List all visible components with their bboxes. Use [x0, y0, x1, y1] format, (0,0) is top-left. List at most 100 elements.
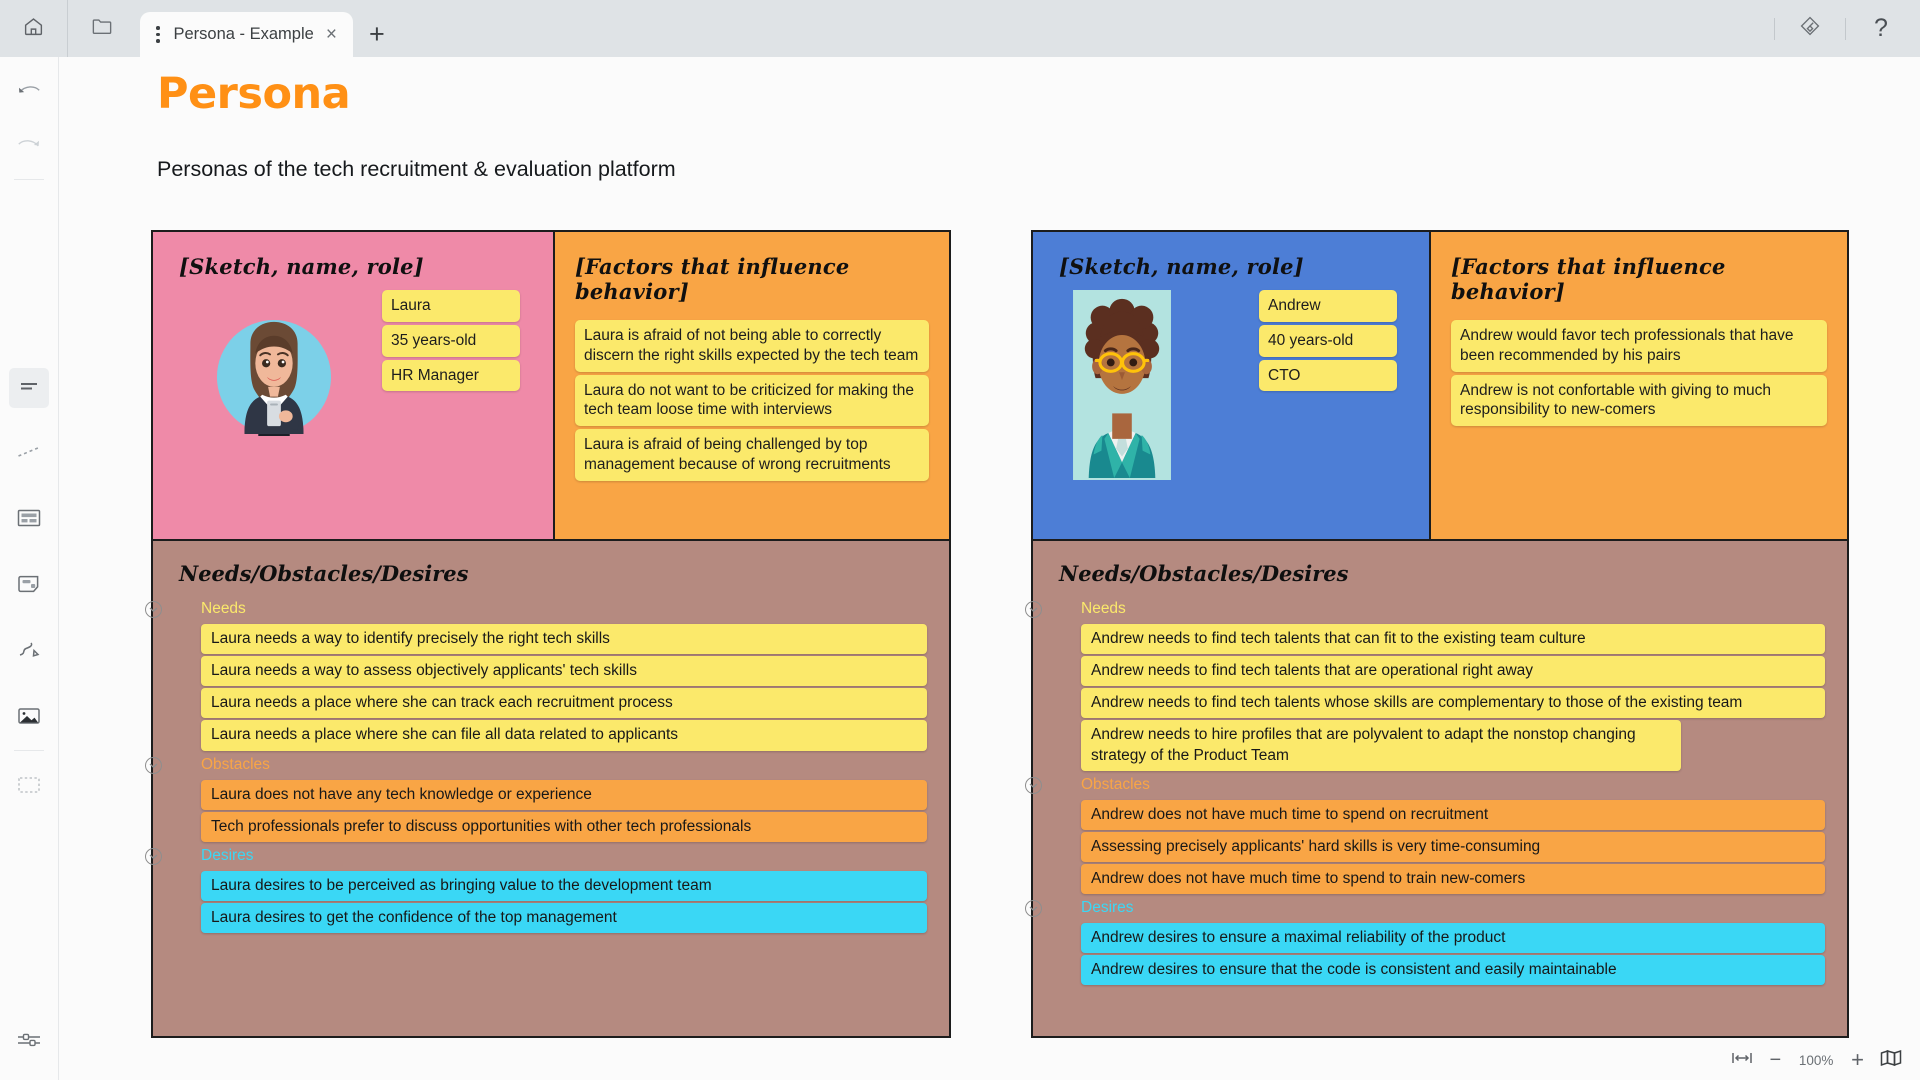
factors-list-andrew: Andrew would favor tech professionals th… — [1451, 320, 1827, 427]
home-icon — [23, 16, 44, 42]
note-item[interactable]: Andrew does not have much time to spend … — [1081, 799, 1825, 830]
collapse-icon[interactable] — [1025, 776, 1042, 794]
close-icon[interactable]: × — [324, 25, 339, 44]
persona-card-laura[interactable]: [Sketch, name, role] Laura 35 years-old … — [145, 230, 951, 1038]
collapse-icon[interactable] — [145, 601, 162, 618]
factor-note[interactable]: Laura is afraid of being challenged by t… — [574, 429, 929, 481]
note-item[interactable]: Laura needs a way to identify precisely … — [201, 624, 927, 655]
factor-note[interactable]: Andrew would favor tech professionals th… — [1451, 320, 1827, 372]
identity-name-andrew[interactable]: Andrew — [1259, 290, 1397, 322]
nod-pane-laura: Needs/Obstacles/Desires Needs Laura need… — [145, 541, 951, 1038]
note-item[interactable]: Andrew needs to find tech talents whose … — [1081, 688, 1825, 719]
tab-menu-dots-icon[interactable] — [152, 26, 164, 43]
sidebar-item-line[interactable] — [9, 434, 49, 474]
identity-role-laura[interactable]: HR Manager — [382, 359, 520, 392]
note-item[interactable]: Andrew needs to hire profiles that are p… — [1081, 720, 1681, 771]
note-item[interactable]: Laura needs a way to assess objectively … — [201, 656, 927, 687]
nod-pane-andrew: Needs/Obstacles/Desires Needs Andrew nee… — [1025, 541, 1849, 1038]
collapse-icon[interactable] — [1025, 900, 1042, 918]
zoom-in-button[interactable]: + — [1851, 1047, 1864, 1073]
settings-sliders-icon — [16, 1031, 42, 1054]
new-tab-button[interactable]: + — [356, 12, 398, 57]
group-label: Desires — [201, 846, 254, 864]
undo-icon — [16, 82, 42, 109]
note-item[interactable]: Laura needs a place where she can track … — [201, 688, 927, 719]
zoom-controls: − 100% + — [1731, 1040, 1920, 1080]
identity-stack-laura: Laura 35 years-old HR Manager — [382, 290, 520, 394]
group-label: Desires — [1081, 899, 1134, 917]
sidebar-item-undo[interactable] — [9, 75, 49, 115]
browser-tab-persona-example[interactable]: Persona - Example × — [140, 12, 353, 57]
zoom-out-button[interactable]: − — [1769, 1049, 1781, 1072]
collapse-icon[interactable] — [145, 847, 162, 865]
factor-note[interactable]: Laura do not want to be criticized for m… — [574, 374, 929, 427]
note-item[interactable]: Andrew needs to find tech talents that c… — [1081, 624, 1825, 655]
sketch-pane-andrew: [Sketch, name, role] Andrew 40 years-old… — [1033, 232, 1432, 539]
andrew-illustration — [1073, 290, 1171, 485]
browser-right-controls: ? — [1760, 0, 1920, 57]
board-canvas[interactable]: Persona Personas of the tech recruitment… — [59, 57, 1920, 1080]
note-item[interactable]: Assessing precisely applicants' hard ski… — [1081, 831, 1825, 862]
folder-icon — [91, 16, 113, 41]
sidebar-item-frame[interactable] — [9, 500, 49, 540]
note-item[interactable]: Laura desires to be perceived as bringin… — [201, 870, 927, 901]
group-needs-andrew: Needs Andrew needs to find tech talents … — [1025, 600, 1825, 771]
minimap-button[interactable] — [1880, 1049, 1902, 1072]
sketch-header-andrew: [Sketch, name, role] — [1059, 254, 1304, 279]
zoom-level: 100% — [1798, 1052, 1834, 1068]
identity-age-andrew[interactable]: 40 years-old — [1259, 324, 1397, 357]
identity-age-laura[interactable]: 35 years-old — [382, 324, 520, 357]
factors-header-laura: [Factors that influence behavior] — [574, 254, 850, 304]
diamond-pen-button[interactable] — [1789, 8, 1831, 50]
redo-icon — [16, 134, 42, 161]
factor-note[interactable]: Andrew is not confortable with giving to… — [1451, 374, 1827, 427]
divider — [14, 179, 44, 180]
image-icon — [16, 706, 42, 731]
template-icon — [17, 776, 41, 799]
identity-stack-andrew: Andrew 40 years-old CTO — [1259, 290, 1397, 394]
group-desires-laura: Desires Laura desires to be perceived as… — [145, 846, 927, 934]
sticky-note-icon — [16, 574, 42, 599]
frame-icon — [16, 508, 42, 533]
note-item[interactable]: Andrew desires to ensure a maximal relia… — [1081, 923, 1825, 954]
identity-role-andrew[interactable]: CTO — [1259, 359, 1397, 392]
nod-title-laura: Needs/Obstacles/Desires — [179, 561, 469, 586]
fit-to-width-icon — [1731, 1051, 1753, 1070]
note-item[interactable]: Tech professionals prefer to discuss opp… — [201, 811, 927, 842]
divider — [14, 750, 44, 751]
factor-note[interactable]: Laura is afraid of not being able to cor… — [574, 320, 929, 372]
group-needs-laura: Needs Laura needs a way to identify prec… — [145, 600, 927, 751]
persona-card-andrew[interactable]: [Sketch, name, role] Andrew 40 years-old… — [1025, 230, 1849, 1038]
note-item[interactable]: Andrew desires to ensure that the code i… — [1081, 955, 1825, 986]
sidebar-item-text[interactable] — [9, 368, 49, 408]
collapse-icon[interactable] — [1025, 601, 1042, 618]
collapse-icon[interactable] — [145, 756, 162, 774]
note-item[interactable]: Andrew needs to find tech talents that a… — [1081, 656, 1825, 687]
laura-illustration — [215, 318, 333, 441]
home-button[interactable] — [0, 0, 68, 57]
sidebar-item-template[interactable] — [9, 767, 49, 807]
identity-name-laura[interactable]: Laura — [382, 290, 520, 322]
sidebar-item-pen[interactable] — [9, 632, 49, 672]
browser-top-bar: Persona - Example × + ? — [0, 0, 1920, 57]
group-label: Obstacles — [201, 755, 270, 773]
minimap-icon — [1880, 1049, 1902, 1072]
sidebar-item-sticky-note[interactable] — [9, 566, 49, 606]
factors-list-laura: Laura is afraid of not being able to cor… — [574, 320, 929, 481]
folder-button[interactable] — [68, 0, 136, 57]
help-button[interactable]: ? — [1860, 8, 1902, 50]
note-item[interactable]: Laura desires to get the confidence of t… — [201, 902, 927, 934]
persona-top-andrew: [Sketch, name, role] Andrew 40 years-old… — [1031, 230, 1849, 541]
note-item[interactable]: Laura does not have any tech knowledge o… — [201, 779, 927, 810]
group-desires-andrew: Desires Andrew desires to ensure a maxim… — [1025, 899, 1825, 986]
help-icon: ? — [1874, 14, 1888, 42]
note-item[interactable]: Andrew does not have much time to spend … — [1081, 863, 1825, 895]
sidebar-item-redo[interactable] — [9, 127, 49, 167]
sidebar-item-image[interactable] — [9, 698, 49, 738]
group-label: Obstacles — [1081, 775, 1150, 793]
note-item[interactable]: Laura needs a place where she can file a… — [201, 720, 927, 751]
sidebar-item-settings[interactable] — [9, 1022, 49, 1062]
factors-header-andrew: [Factors that influence behavior] — [1451, 254, 1726, 304]
left-sidebar — [0, 57, 59, 1080]
fit-to-width-button[interactable] — [1731, 1051, 1753, 1070]
